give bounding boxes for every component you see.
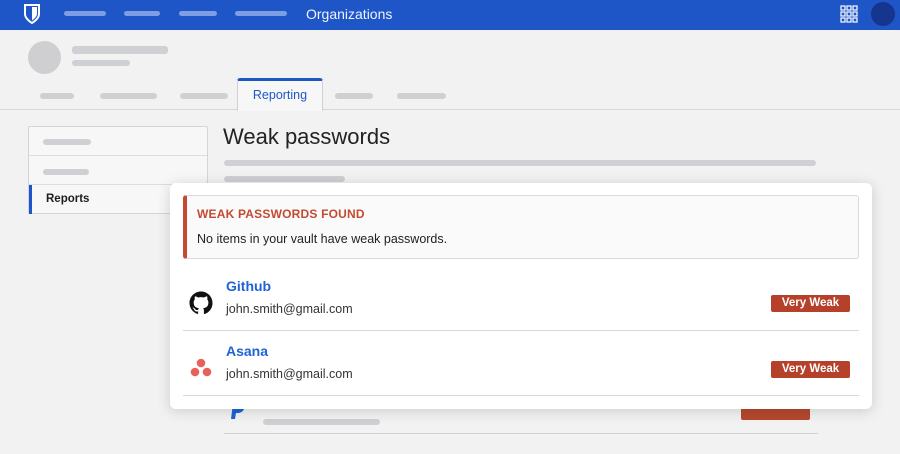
alert-message: No items in your vault have weak passwor… <box>197 232 448 246</box>
sidebar-item-label-placeholder <box>43 139 91 145</box>
sidebar-item-placeholder-1[interactable] <box>29 127 207 156</box>
bg-row-divider <box>224 433 818 434</box>
item-name-link[interactable]: Github <box>226 278 271 294</box>
nav-item-placeholder-3[interactable] <box>179 11 217 16</box>
list-item[interactable]: Asana john.smith@gmail.com Very Weak <box>183 336 859 396</box>
tab-placeholder-4[interactable] <box>335 93 373 99</box>
org-subtitle-placeholder <box>72 60 130 66</box>
asana-icon <box>190 358 212 377</box>
status-badge: Very Weak <box>771 295 850 312</box>
app-grid-icon[interactable] <box>840 5 858 23</box>
tab-reporting[interactable]: Reporting <box>237 78 323 111</box>
sidebar-item-label-placeholder <box>43 169 89 175</box>
item-username: john.smith@gmail.com <box>226 302 353 316</box>
bg-item-placeholder <box>263 419 380 425</box>
tab-placeholder-2[interactable] <box>100 93 157 99</box>
description-placeholder-2 <box>224 176 345 182</box>
weak-passwords-card: WEAK PASSWORDS FOUND No items in your va… <box>170 183 872 409</box>
status-badge: Very Weak <box>771 361 850 378</box>
tab-placeholder-1[interactable] <box>40 93 74 99</box>
shield-logo-icon[interactable] <box>24 4 40 24</box>
org-name-placeholder <box>72 46 168 54</box>
item-name-link[interactable]: Asana <box>226 343 268 359</box>
weak-passwords-alert: WEAK PASSWORDS FOUND No items in your va… <box>183 195 859 259</box>
org-avatar <box>28 41 61 74</box>
tab-placeholder-5[interactable] <box>397 93 446 99</box>
item-username: john.smith@gmail.com <box>226 367 353 381</box>
nav-item-placeholder-1[interactable] <box>64 11 106 16</box>
nav-item-placeholder-2[interactable] <box>124 11 160 16</box>
nav-item-organizations[interactable]: Organizations <box>306 6 392 22</box>
user-avatar[interactable] <box>871 2 895 26</box>
tab-placeholder-3[interactable] <box>180 93 228 99</box>
top-nav-bar: Organizations <box>0 0 900 30</box>
description-placeholder-1 <box>224 160 816 166</box>
sidebar-item-placeholder-2[interactable] <box>29 156 207 185</box>
nav-item-placeholder-4[interactable] <box>235 11 287 16</box>
alert-title: WEAK PASSWORDS FOUND <box>197 207 365 221</box>
list-item[interactable]: Github john.smith@gmail.com Very Weak <box>183 271 859 331</box>
sidebar-item-label: Reports <box>46 193 90 205</box>
org-header: Reporting <box>0 30 900 111</box>
github-icon <box>189 291 213 315</box>
page-title: Weak passwords <box>223 124 391 149</box>
